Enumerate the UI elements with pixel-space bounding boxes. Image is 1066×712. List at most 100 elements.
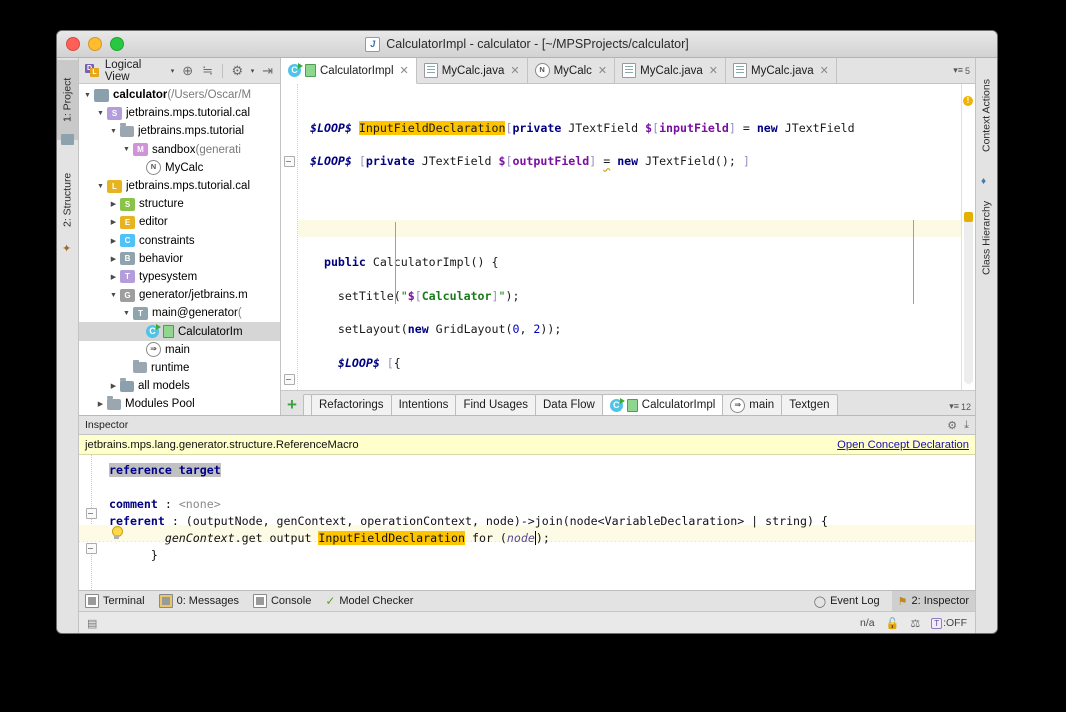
error-stripe-gutter[interactable]: ! <box>961 84 975 390</box>
chevron-right-icon[interactable]: ▶ <box>94 400 107 408</box>
editor-gutter[interactable] <box>281 84 298 390</box>
tool-button-messages[interactable]: 0: Messages <box>158 594 239 609</box>
tree-row[interactable]: ⇒ main <box>79 341 280 359</box>
editor-tab[interactable]: N MyCalc ✕ <box>527 58 616 83</box>
chevron-down-icon[interactable]: ▼ <box>94 110 107 117</box>
tool-window-tab-class-hierarchy[interactable]: Class Hierarchy <box>976 188 997 288</box>
chevron-down-icon[interactable]: ▼ <box>81 92 94 99</box>
window-controls[interactable] <box>57 37 124 51</box>
tree-row[interactable]: ▼ Msandbox (generati <box>79 141 280 159</box>
minimize-window-button[interactable] <box>88 37 102 51</box>
chevron-right-icon[interactable]: ▶ <box>107 273 120 281</box>
settings-chevron-icon[interactable]: ▾ <box>251 67 255 75</box>
editor-scrollbar-thumb[interactable] <box>964 212 973 222</box>
bottom-tabs-overflow[interactable]: ▾≡ 12 <box>949 401 975 415</box>
tree-row[interactable]: C CalculatorIm <box>79 322 280 341</box>
open-concept-declaration-link[interactable]: Open Concept Declaration <box>837 439 969 451</box>
java-generated-icon <box>622 63 637 78</box>
fold-icon[interactable] <box>284 156 295 167</box>
inspector-line[interactable]: comment : <none> <box>79 496 975 513</box>
chevron-down-icon[interactable]: ▼ <box>107 292 120 299</box>
tree-row[interactable]: ▼ Sjetbrains.mps.tutorial.cal <box>79 104 280 122</box>
tree-row[interactable]: ▶ Ttypesystem <box>79 268 280 286</box>
editor-bottom-tab[interactable]: Data Flow <box>535 394 603 415</box>
overflow-icon: ▾≡ <box>949 401 959 411</box>
editor-bottom-tab[interactable]: Refactorings <box>311 394 392 415</box>
editor-scrollbar-track[interactable] <box>964 214 973 384</box>
editor-bottom-tab[interactable]: Intentions <box>390 394 457 415</box>
settings-icon[interactable]: ⚙ <box>947 419 957 432</box>
tree-row[interactable]: runtime <box>79 359 280 377</box>
hide-icon[interactable]: ⇥ <box>261 63 274 78</box>
tree-row[interactable]: ▶ Sstructure <box>79 195 280 213</box>
locate-icon[interactable]: ⊕ <box>181 63 194 78</box>
close-tab-icon[interactable]: ✕ <box>510 64 519 77</box>
inspector-line[interactable]: referent : (outputNode, genContext, oper… <box>79 513 975 530</box>
chevron-right-icon[interactable]: ▶ <box>107 382 120 390</box>
tool-button-console[interactable]: Console <box>252 594 311 609</box>
view-selector-label[interactable]: Logical View <box>105 59 164 83</box>
editor-bottom-tab[interactable]: Find Usages <box>455 394 536 415</box>
tree-row[interactable]: ▼ Tmain@generator ( <box>79 304 280 322</box>
editor-tab[interactable]: MyCalc.java ✕ <box>726 58 837 83</box>
tree-row[interactable]: ▶ all models <box>79 377 280 395</box>
tree-row[interactable]: ▶ Modules Pool <box>79 395 280 413</box>
chevron-right-icon[interactable]: ▶ <box>107 237 120 245</box>
code-text[interactable]: $LOOP$ InputFieldDeclaration[private JTe… <box>298 84 975 390</box>
close-tab-icon[interactable]: ✕ <box>400 64 409 77</box>
tree-row[interactable]: ▼ calculator (/Users/Oscar/M <box>79 86 280 104</box>
tree-row[interactable]: ▼ jetbrains.mps.tutorial <box>79 122 280 140</box>
editor-tabs-overflow[interactable]: ▾≡ 5 <box>948 58 975 83</box>
status-left-icon[interactable]: ▤ <box>87 617 97 630</box>
chevron-right-icon[interactable]: ▶ <box>107 255 120 263</box>
editor-bottom-tab[interactable]: Textgen <box>781 394 838 415</box>
close-tab-icon[interactable]: ✕ <box>598 64 607 77</box>
inspector-content[interactable]: reference target comment : <none> refere… <box>79 455 975 591</box>
tool-button-model-checker[interactable]: ✓ Model Checker <box>325 594 413 608</box>
hide-icon[interactable]: ⤓ <box>964 419 969 432</box>
tool-button-terminal[interactable]: Terminal <box>85 594 145 609</box>
tree-row[interactable]: ▼ Ljetbrains.mps.tutorial.cal <box>79 177 280 195</box>
inspector-line[interactable]: reference target <box>79 462 975 479</box>
maximize-window-button[interactable] <box>110 37 124 51</box>
tool-button-event-log[interactable]: ◯ Event Log <box>814 595 880 608</box>
chevron-right-icon[interactable]: ▶ <box>107 200 120 208</box>
collapse-all-icon[interactable]: ≒ <box>201 63 214 78</box>
chevron-right-icon[interactable]: ▶ <box>107 218 120 226</box>
inspector-line[interactable]: } <box>79 547 975 564</box>
editor-bottom-tab[interactable]: C CalculatorImpl <box>601 394 724 415</box>
editor-bottom-tab[interactable]: ⇒ main <box>722 394 783 415</box>
tool-window-tab-context-actions[interactable]: Context Actions <box>976 64 997 168</box>
warning-marker-icon[interactable]: ! <box>963 96 973 106</box>
tool-window-tab-structure[interactable]: 2: Structure <box>57 154 78 246</box>
project-tree[interactable]: ▼ calculator (/Users/Oscar/M ▼ Sjetbrains.m… <box>79 84 280 415</box>
close-tab-icon[interactable]: ✕ <box>820 64 829 77</box>
tool-button-inspector[interactable]: ⚑ 2: Inspector <box>891 591 975 612</box>
editor-tab[interactable]: MyCalc.java ✕ <box>615 58 726 83</box>
encoding-icon[interactable]: ⚖ <box>910 617 920 630</box>
tree-row[interactable]: N MyCalc <box>79 159 280 177</box>
tree-row[interactable]: ▶ Cconstraints <box>79 232 280 250</box>
chevron-down-icon[interactable]: ▼ <box>120 310 133 317</box>
unlock-icon[interactable]: 🔓 <box>886 617 900 630</box>
add-tab-button[interactable]: + <box>281 395 303 415</box>
typing-mode-indicator[interactable]: T :OFF <box>931 617 967 629</box>
editor-tab-bar[interactable]: C CalculatorImpl ✕ MyCalc.java ✕ N MyCalc ✕ MyCa… <box>281 58 975 84</box>
tree-row[interactable]: ▶ Bbehavior <box>79 250 280 268</box>
tree-row[interactable]: ▼ Ggenerator/jetbrains.m <box>79 286 280 304</box>
editor-bottom-tab-bar[interactable]: + Refactorings Intentions Find Usages Data F… <box>281 390 975 415</box>
tree-row-suffix: (generati <box>195 143 241 156</box>
inspector-line-highlighted[interactable]: genContext.get output InputFieldDeclarat… <box>79 530 975 547</box>
close-window-button[interactable] <box>66 37 80 51</box>
chevron-down-icon[interactable]: ▼ <box>94 183 107 190</box>
editor-tab[interactable]: C CalculatorImpl ✕ <box>281 58 417 84</box>
fold-icon[interactable] <box>284 374 295 385</box>
chevron-down-icon[interactable]: ▼ <box>107 128 120 135</box>
close-tab-icon[interactable]: ✕ <box>709 64 718 77</box>
tree-row[interactable]: ▶ Eeditor <box>79 213 280 231</box>
chevron-down-icon[interactable]: ▾ <box>171 67 175 75</box>
tool-window-tab-project[interactable]: 1: Project <box>57 60 78 140</box>
editor-tab[interactable]: MyCalc.java ✕ <box>416 58 528 83</box>
chevron-down-icon[interactable]: ▼ <box>120 146 133 153</box>
settings-icon[interactable]: ⚙ <box>231 63 244 78</box>
